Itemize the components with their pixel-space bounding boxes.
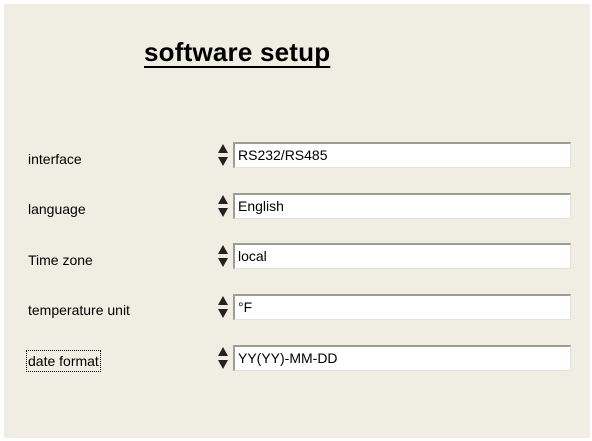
time-zone-field[interactable]: local	[233, 243, 571, 269]
up-down-arrows-icon	[218, 144, 228, 166]
language-spinner[interactable]	[217, 193, 229, 219]
date-format-field[interactable]: YY(YY)-MM-DD	[233, 345, 571, 371]
up-down-arrows-icon	[218, 296, 228, 318]
temperature-unit-label: temperature unit	[28, 302, 130, 318]
page-title: software setup	[144, 37, 331, 67]
temperature-unit-spinner[interactable]	[217, 294, 229, 320]
language-field[interactable]: English	[233, 193, 571, 219]
date-format-spinner[interactable]	[217, 345, 229, 371]
interface-spinner[interactable]	[217, 142, 229, 168]
date-format-label: date format	[26, 350, 101, 372]
up-down-arrows-icon	[218, 195, 228, 217]
time-zone-spinner[interactable]	[217, 243, 229, 269]
time-zone-label: Time zone	[28, 252, 93, 268]
temperature-unit-field[interactable]: °F	[233, 294, 571, 320]
settings-panel: software setup interface RS232/RS485 lan…	[4, 4, 590, 438]
up-down-arrows-icon	[218, 245, 228, 267]
up-down-arrows-icon	[218, 347, 228, 369]
interface-label: interface	[28, 151, 82, 167]
language-label: language	[28, 201, 86, 217]
interface-field[interactable]: RS232/RS485	[233, 142, 571, 168]
